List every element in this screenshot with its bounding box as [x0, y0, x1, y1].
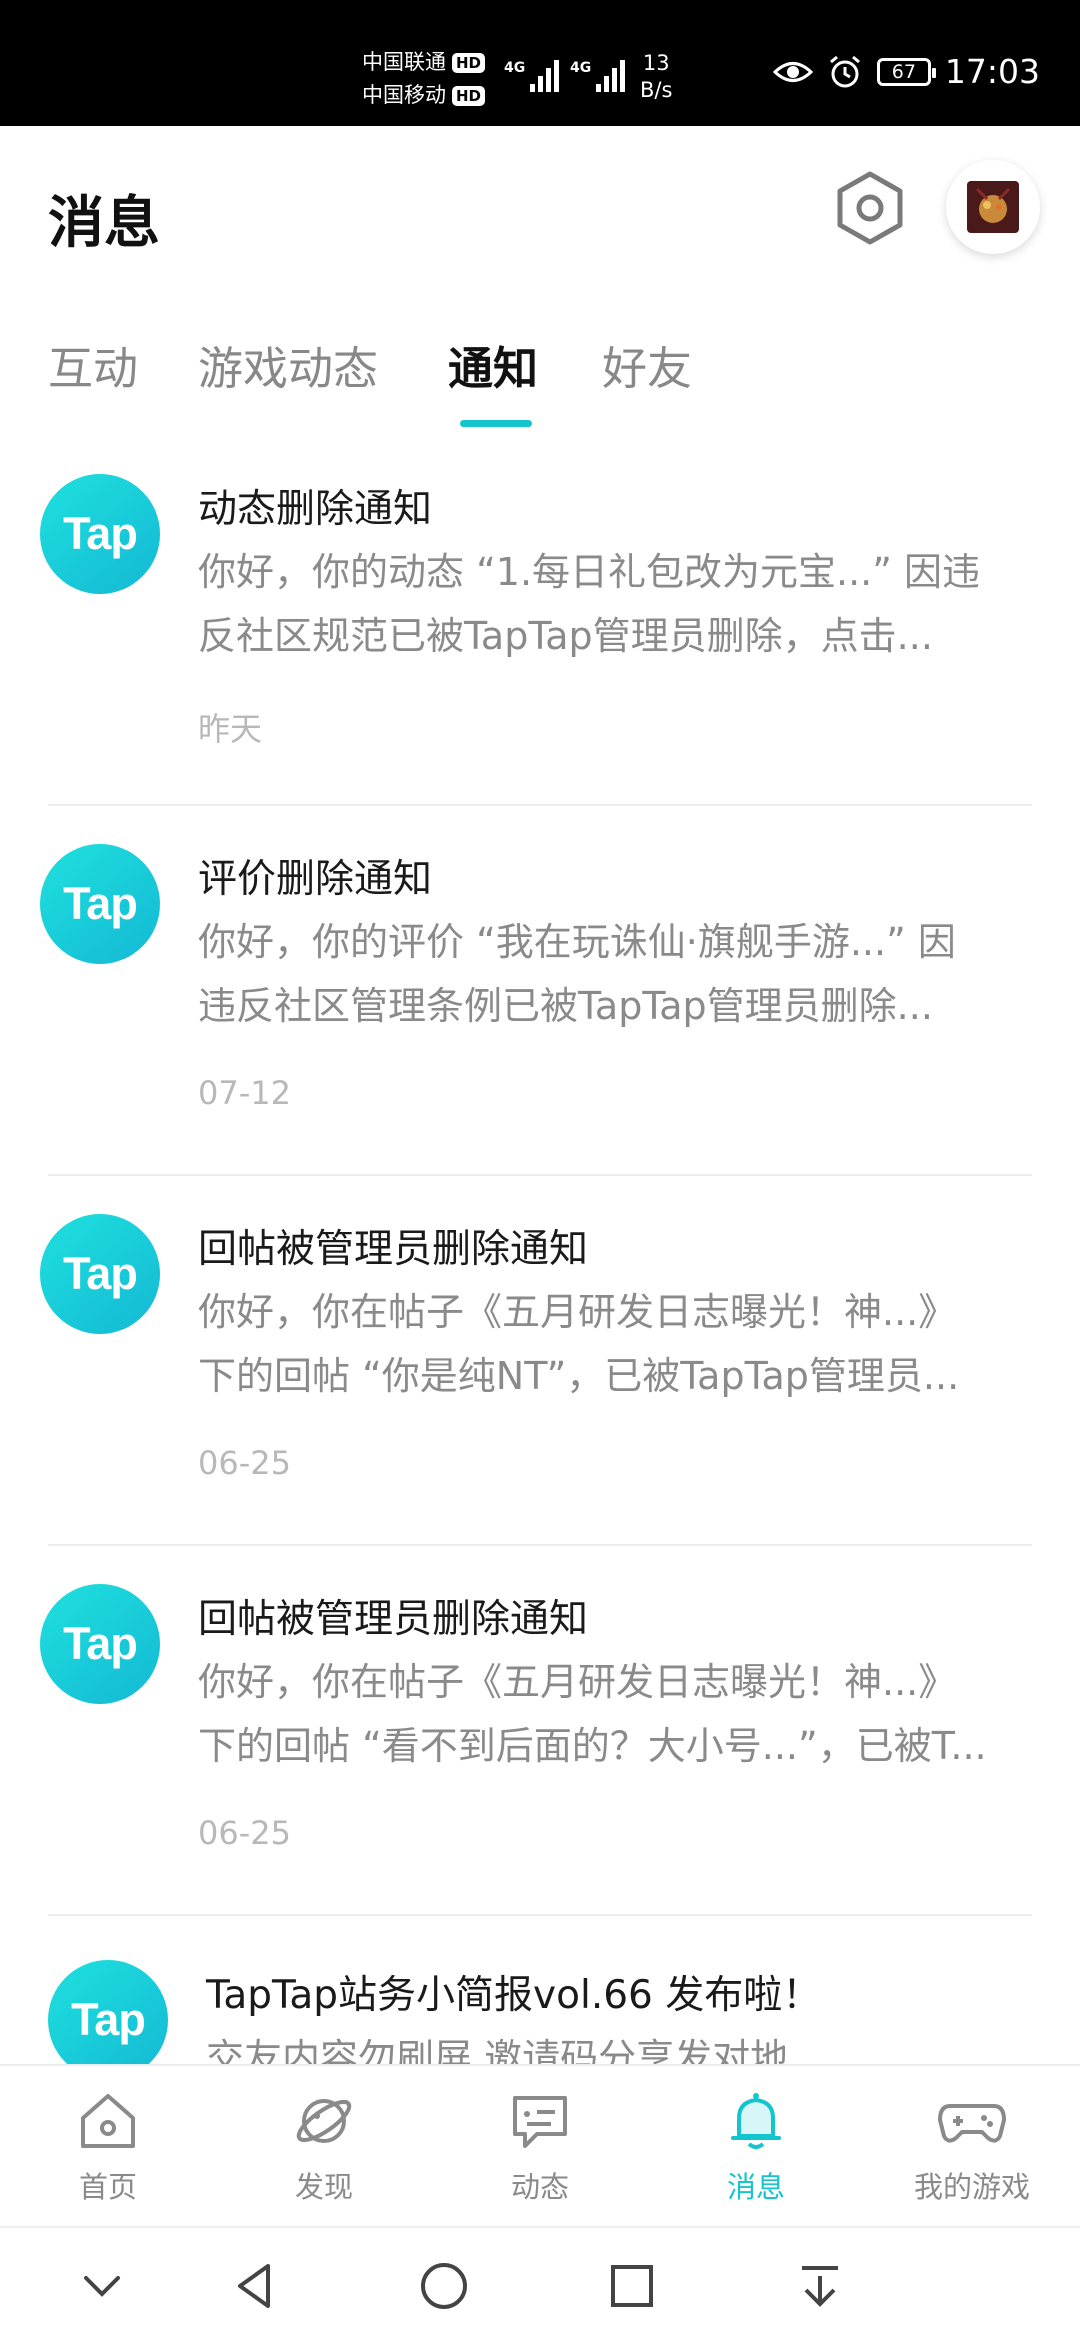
network-speed: 13 B/s [640, 50, 672, 104]
taptap-logo-icon: Tap [40, 474, 160, 594]
recents-icon[interactable] [600, 2254, 664, 2318]
nav-label: 消息 [726, 2170, 785, 2204]
notification-body: 你好，你在帖子《五月研发日志曝光！神...》 下的回帖 “你是纯NT”，已被Ta… [198, 1280, 1033, 1408]
hexagon-settings-icon [837, 171, 903, 245]
notification-item[interactable]: Tap 动态删除通知 你好，你的动态 “1.每日礼包改为元宝...” 因违 反社… [0, 436, 1080, 806]
taptap-logo-icon: Tap [48, 1960, 168, 2064]
status-right: 67 17:03 [772, 52, 1040, 91]
bottom-navigation: 首页 发现 动态 消息 我的游戏 [0, 2064, 1080, 2228]
nav-label: 我的游戏 [913, 2170, 1030, 2204]
nav-my-games[interactable]: 我的游戏 [864, 2088, 1080, 2218]
notification-title: 回帖被管理员删除通知 [198, 1597, 589, 1642]
hd-badge: HD [452, 85, 486, 106]
carrier-2: 中国移动 [362, 83, 446, 107]
tab-notifications[interactable]: 通知 [448, 332, 538, 397]
notification-title: TapTap站务小简报vol.66 发布啦！ [206, 1973, 822, 2018]
notification-body-line: 你好，你在帖子《五月研发日志曝光！神...》 [198, 1290, 957, 1334]
bell-icon [731, 2093, 781, 2149]
notification-body-line: 违反社区管理条例已被TapTap管理员删除... [198, 984, 933, 1028]
chat-bubble-icon [513, 2096, 567, 2148]
alarm-icon [829, 55, 860, 87]
tab-friends[interactable]: 好友 [602, 332, 692, 397]
notification-body: 你好，你在帖子《五月研发日志曝光！神...》 下的回帖 “看不到后面的？大小号.… [198, 1650, 1033, 1778]
tab-interaction[interactable]: 互动 [48, 332, 138, 397]
avatar-button[interactable] [946, 160, 1040, 254]
notification-title: 回帖被管理员删除通知 [198, 1227, 589, 1272]
notification-body-line: 下的回帖 “看不到后面的？大小号...”，已被T... [198, 1724, 987, 1768]
speed-unit: B/s [640, 78, 673, 102]
back-icon[interactable] [224, 2254, 288, 2318]
eye-icon [772, 61, 813, 82]
battery-icon: 67 [876, 57, 936, 86]
notification-pulldown-icon[interactable] [788, 2254, 852, 2318]
nav-feed[interactable]: 动态 [432, 2088, 648, 2218]
signal-icon: 4G [570, 60, 625, 92]
taptap-logo-icon: Tap [40, 1214, 160, 1334]
nav-home[interactable]: 首页 [0, 2088, 216, 2218]
taptap-logo-icon: Tap [40, 844, 160, 964]
notification-time: 07-12 [198, 1074, 291, 1112]
nav-label: 发现 [294, 2170, 353, 2204]
network-type-2: 4G [570, 60, 591, 76]
hd-badge: HD [452, 52, 486, 73]
message-tabs: 互动 游戏动态 通知 好友 [0, 296, 1080, 436]
notification-body-line: 下的回帖 “你是纯NT”，已被TapTap管理员... [198, 1354, 960, 1398]
notification-body-line: 交友内容勿刷屏 邀请码分享发对地 [206, 2036, 789, 2064]
planet-icon [296, 2099, 352, 2143]
notification-list: Tap 动态删除通知 你好，你的动态 “1.每日礼包改为元宝...” 因违 反社… [0, 436, 1080, 2064]
notification-body: 你好，你的评价 “我在玩诛仙·旗舰手游...” 因 违反社区管理条例已被TapT… [198, 910, 1033, 1038]
battery-level: 67 [891, 60, 916, 83]
speed-value: 13 [642, 51, 670, 75]
notification-body: 交友内容勿刷屏 邀请码分享发对地 [206, 2026, 1041, 2064]
collapse-icon[interactable] [70, 2254, 134, 2318]
notification-item[interactable]: Tap 回帖被管理员删除通知 你好，你在帖子《五月研发日志曝光！神...》 下的… [0, 1176, 1080, 1546]
taptap-logo-icon: Tap [40, 1584, 160, 1704]
home-button-icon[interactable] [412, 2254, 476, 2318]
nav-discover[interactable]: 发现 [216, 2088, 432, 2218]
notification-time: 昨天 [198, 710, 263, 748]
nav-label: 首页 [78, 2170, 137, 2204]
clock: 17:03 [944, 52, 1040, 91]
notification-title: 评价删除通知 [198, 857, 433, 902]
notification-time: 06-25 [198, 1814, 291, 1852]
system-navigation-bar [0, 2226, 1080, 2342]
nav-label: 动态 [510, 2170, 569, 2204]
network-type-1: 4G [504, 60, 525, 76]
notification-item[interactable]: Tap 回帖被管理员删除通知 你好，你在帖子《五月研发日志曝光！神...》 下的… [0, 1546, 1080, 1916]
notification-body-line: 反社区规范已被TapTap管理员删除，点击... [198, 614, 933, 658]
notification-title: 动态删除通知 [198, 487, 433, 532]
notification-time: 06-25 [198, 1444, 291, 1482]
signal-icon: 4G [504, 60, 559, 92]
page-title: 消息 [48, 191, 160, 256]
active-tab-indicator [460, 420, 532, 427]
avatar [967, 181, 1019, 233]
tab-game-updates[interactable]: 游戏动态 [198, 332, 378, 397]
nav-messages[interactable]: 消息 [648, 2088, 864, 2218]
notification-item[interactable]: Tap TapTap站务小简报vol.66 发布啦！ 交友内容勿刷屏 邀请码分享… [0, 1916, 1080, 2064]
carrier-info: 中国联通 HD 中国移动 HD [362, 46, 486, 112]
page-header: 消息 [0, 126, 1080, 296]
notification-item[interactable]: Tap 评价删除通知 你好，你的评价 “我在玩诛仙·旗舰手游...” 因 违反社… [0, 806, 1080, 1176]
notification-body-line: 你好，你在帖子《五月研发日志曝光！神...》 [198, 1660, 957, 1704]
gamepad-icon [938, 2104, 1006, 2143]
status-bar: 中国联通 HD 中国移动 HD 4G 4G 13 B/s 67 17:03 [0, 0, 1080, 126]
notification-body-line: 你好，你的动态 “1.每日礼包改为元宝...” 因违 [198, 550, 981, 594]
notification-body-line: 你好，你的评价 “我在玩诛仙·旗舰手游...” 因 [198, 920, 956, 964]
carrier-1: 中国联通 [362, 50, 446, 74]
home-icon [81, 2094, 135, 2148]
settings-button[interactable] [828, 166, 912, 250]
notification-body: 你好，你的动态 “1.每日礼包改为元宝...” 因违 反社区规范已被TapTap… [198, 540, 1033, 668]
